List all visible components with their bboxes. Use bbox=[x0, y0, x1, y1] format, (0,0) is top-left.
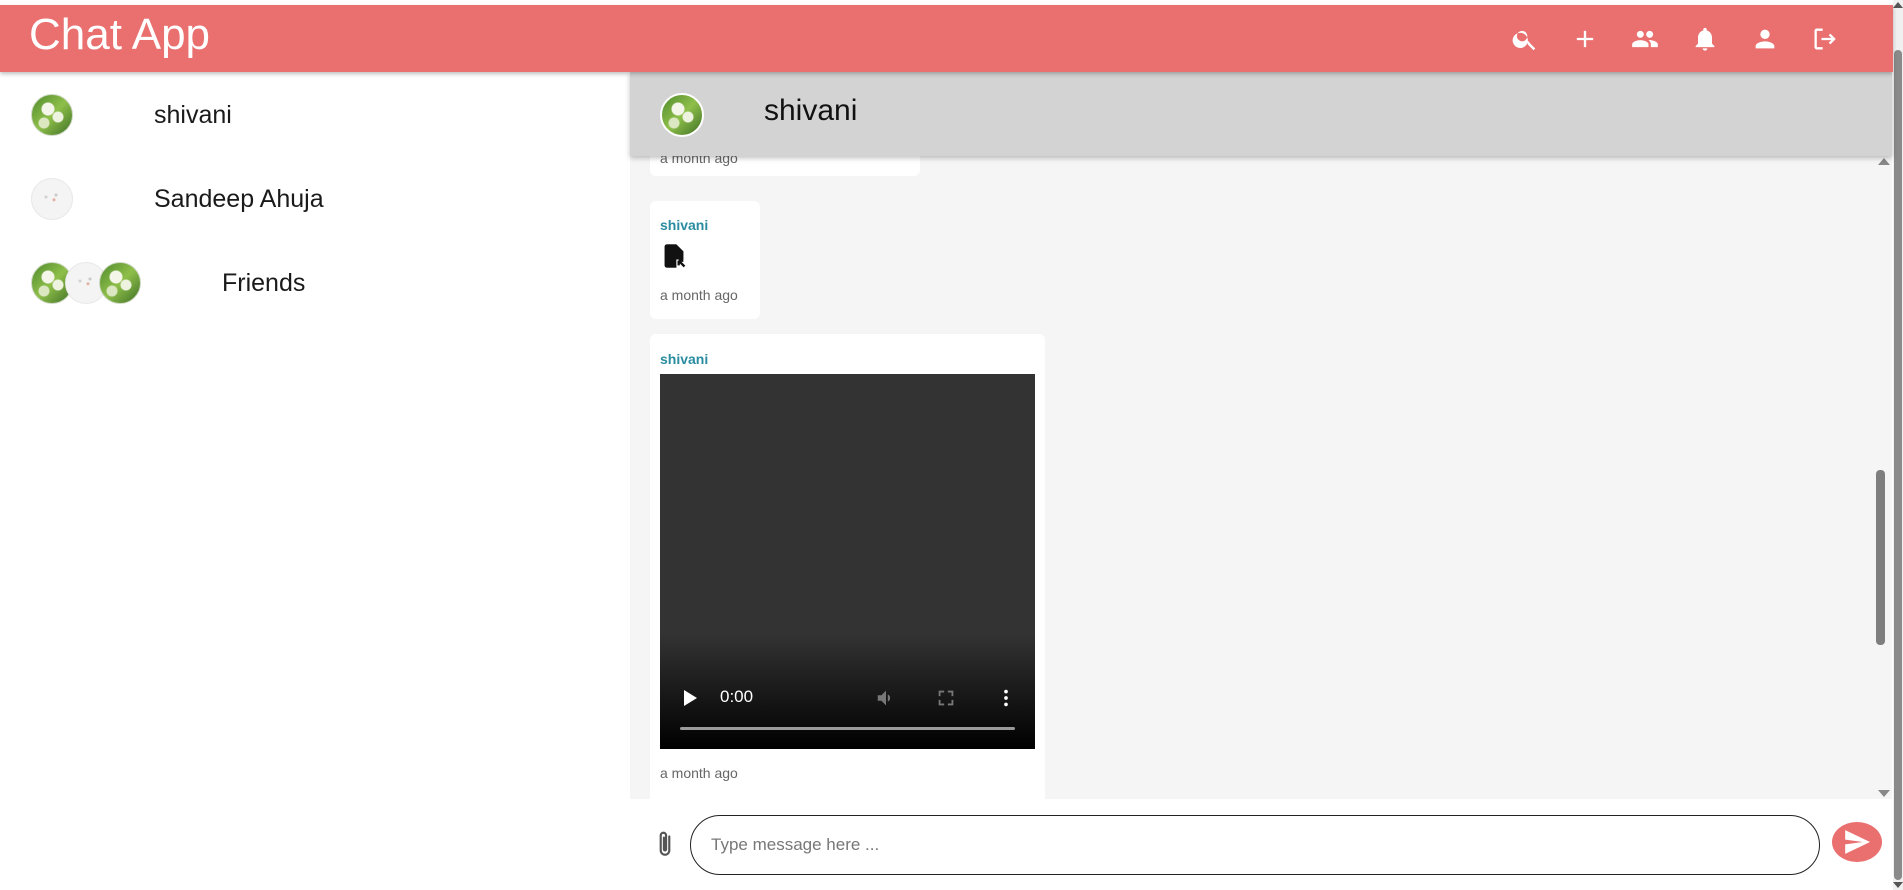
scroll-up-arrow-icon[interactable] bbox=[1878, 158, 1890, 165]
chat-item-name: shivani bbox=[154, 101, 232, 129]
message-sender: shivani bbox=[660, 217, 709, 233]
fullscreen-icon[interactable] bbox=[935, 687, 957, 709]
send-button[interactable] bbox=[1832, 822, 1882, 862]
header-actions bbox=[1495, 5, 1855, 72]
chat-header-avatar bbox=[660, 93, 704, 137]
group-avatar-3 bbox=[99, 262, 141, 304]
add-icon[interactable] bbox=[1555, 9, 1615, 69]
message-composer bbox=[630, 799, 1893, 885]
search-icon[interactable] bbox=[1495, 9, 1555, 69]
page-scroll-thumb[interactable] bbox=[1894, 50, 1902, 880]
volume-icon[interactable] bbox=[875, 687, 897, 709]
message-time: a month ago bbox=[660, 287, 738, 303]
page-scrollbar[interactable] bbox=[1893, 0, 1903, 890]
app-header: Chat App bbox=[0, 5, 1893, 72]
chat-app: Chat App shivani Sandeep Ahuja Friends a… bbox=[0, 5, 1893, 885]
chat-item-name: Friends bbox=[222, 269, 306, 297]
message-list[interactable]: a month ago shivani a month ago shivani … bbox=[630, 72, 1875, 799]
chat-item-friends[interactable]: Friends bbox=[0, 240, 630, 324]
send-icon bbox=[1845, 830, 1870, 854]
groups-icon[interactable] bbox=[1615, 9, 1675, 69]
video-progress-bar[interactable] bbox=[680, 727, 1015, 730]
video-player[interactable]: 0:00 bbox=[660, 374, 1035, 749]
avatar bbox=[31, 94, 73, 136]
message-input[interactable] bbox=[690, 815, 1820, 875]
chat-header: shivani bbox=[630, 72, 1892, 156]
chat-panel: a month ago shivani a month ago shivani … bbox=[630, 72, 1893, 885]
file-icon[interactable] bbox=[660, 241, 688, 271]
chat-item-shivani[interactable]: shivani bbox=[0, 72, 630, 156]
page-scroll-down-icon[interactable] bbox=[1893, 882, 1903, 888]
scroll-down-arrow-icon[interactable] bbox=[1878, 790, 1890, 797]
logout-icon[interactable] bbox=[1795, 9, 1855, 69]
chat-item-name: Sandeep Ahuja bbox=[154, 185, 324, 213]
more-options-icon[interactable] bbox=[995, 687, 1017, 709]
profile-icon[interactable] bbox=[1735, 9, 1795, 69]
app-title: Chat App bbox=[29, 10, 211, 59]
message-sender: shivani bbox=[660, 351, 709, 367]
video-time: 0:00 bbox=[720, 687, 754, 706]
message-time: a month ago bbox=[660, 765, 738, 781]
play-icon[interactable] bbox=[682, 689, 698, 707]
chat-list: shivani Sandeep Ahuja Friends bbox=[0, 72, 630, 885]
message-bubble-file: shivani a month ago bbox=[650, 201, 760, 319]
chat-item-sandeep-ahuja[interactable]: Sandeep Ahuja bbox=[0, 156, 630, 240]
avatar bbox=[31, 178, 73, 220]
attach-icon[interactable] bbox=[652, 829, 678, 859]
video-controls: 0:00 bbox=[660, 669, 1035, 749]
notifications-icon[interactable] bbox=[1675, 9, 1735, 69]
message-list-scroll-thumb[interactable] bbox=[1876, 470, 1885, 645]
message-bubble-video: shivani 0:00 a month ago bbox=[650, 334, 1045, 799]
chat-header-name: shivani bbox=[764, 94, 858, 127]
page-scroll-up-icon[interactable] bbox=[1893, 2, 1903, 8]
